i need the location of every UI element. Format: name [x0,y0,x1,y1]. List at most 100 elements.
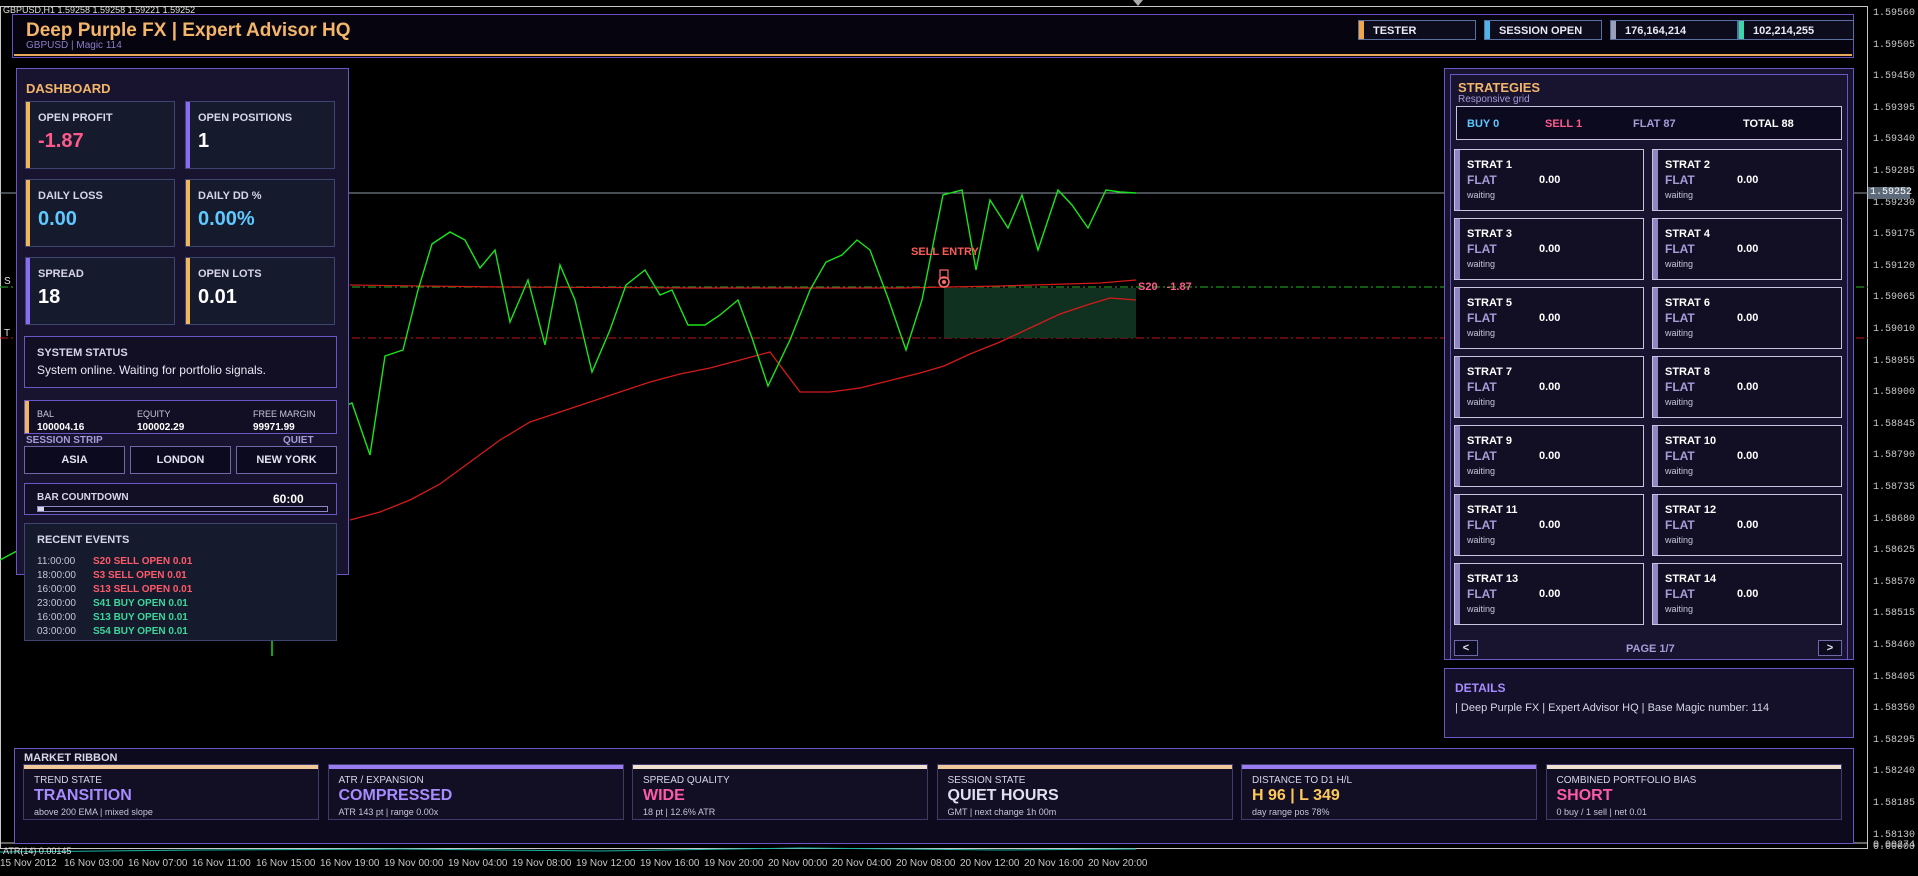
strategy-value: 0.00 [1737,381,1759,393]
strategy-value: 0.00 [1539,312,1561,324]
recent-events-box: RECENT EVENTS 11:00:00 S20 SELL OPEN 0.01… [24,523,337,641]
strategy-state: FLAT [1467,173,1497,187]
strategy-status: waiting [1467,190,1496,200]
strategy-state: FLAT [1665,242,1695,256]
price-tick-label: 1.59120 [1873,260,1916,272]
strategy-card[interactable]: STRAT 2 FLAT 0.00 waiting [1652,149,1842,211]
strategy-card[interactable]: STRAT 14 FLAT 0.00 waiting [1652,563,1842,625]
strategy-status: waiting [1665,328,1694,338]
session-button[interactable]: ASIA [24,446,125,474]
strategy-card[interactable]: STRAT 6 FLAT 0.00 waiting [1652,287,1842,349]
strategy-status: waiting [1665,535,1694,545]
strategy-card-accent [1653,495,1658,555]
strategy-card[interactable]: STRAT 12 FLAT 0.00 waiting [1652,494,1842,556]
strategy-card[interactable]: STRAT 9 FLAT 0.00 waiting [1454,425,1644,487]
event-text: S3 SELL OPEN 0.01 [93,570,187,581]
header-chip: 176,164,214 [1610,20,1738,40]
price-tick-label: 1.59560 [1873,8,1916,19]
price-tick-label: 1.58515 [1873,608,1916,620]
price-tick-label: 1.58570 [1873,576,1916,588]
strategies-summary: BUY 0 SELL 1 FLAT 87 TOTAL 88 [1456,106,1842,140]
strategy-card-accent [1455,219,1460,279]
price-tick-label: 1.58295 [1873,734,1916,746]
sell-entry-label: SELL ENTRY [911,246,979,258]
strategy-card[interactable]: STRAT 10 FLAT 0.00 waiting [1652,425,1842,487]
ribbon-card-sub: 18 pt | 12.6% ATR [643,807,716,817]
ribbon-card-sub: above 200 EMA | mixed slope [34,807,153,817]
system-status-box: SYSTEM STATUS System online. Waiting for… [24,336,337,388]
metric-card: DAILY LOSS 0.00 [25,179,175,247]
event-text: S13 BUY OPEN 0.01 [93,612,188,623]
strategy-card[interactable]: STRAT 8 FLAT 0.00 waiting [1652,356,1842,418]
summary-flat: FLAT 87 [1633,118,1676,130]
session-button[interactable]: NEW YORK [236,446,337,474]
strategy-card[interactable]: STRAT 11 FLAT 0.00 waiting [1454,494,1644,556]
strategy-card[interactable]: STRAT 3 FLAT 0.00 waiting [1454,218,1644,280]
strategy-card-accent [1455,150,1460,210]
sell-entry-marker[interactable] [938,269,950,288]
time-tick-label: 20 Nov 04:00 [832,858,892,869]
strategy-state: FLAT [1467,242,1497,256]
time-tick-label: 16 Nov 19:00 [320,858,380,869]
price-tick-label: 1.59010 [1873,324,1916,335]
price-tick-label: 1.58405 [1873,671,1916,683]
free-margin-value: 99971.99 [253,422,295,433]
current-price-value: 1.59252 [1870,187,1913,198]
price-tick-label: 1.58130 [1873,829,1916,841]
next-page-button[interactable]: > [1818,640,1842,656]
strategy-card[interactable]: STRAT 5 FLAT 0.00 waiting [1454,287,1644,349]
strategy-state: FLAT [1665,449,1695,463]
time-tick-label: 19 Nov 16:00 [640,858,700,869]
session-button[interactable]: LONDON [130,446,231,474]
market-ribbon-title: MARKET RIBBON [24,752,118,764]
current-price-tag: 1.59252 [1868,187,1913,199]
strategy-name: STRAT 12 [1665,504,1717,516]
account-box: BAL 100004.16 EQUITY 100002.29 FREE MARG… [24,400,337,434]
chart-scroll-marker[interactable] [1133,0,1143,6]
strategy-card-accent [1653,288,1658,348]
strategy-name: STRAT 14 [1665,573,1717,585]
event-time: 11:00:00 [37,556,76,567]
ribbon-card: COMBINED PORTFOLIO BIAS SHORT 0 buy / 1 se… [1545,764,1842,820]
strategy-card-accent [1455,288,1460,348]
ribbon-card-sub: ATR 143 pt | range 0.00x [338,807,439,817]
strategy-status: waiting [1665,604,1694,614]
strategy-card[interactable]: STRAT 7 FLAT 0.00 waiting [1454,356,1644,418]
strategy-state: FLAT [1467,380,1497,394]
strategy-name: STRAT 9 [1467,435,1513,447]
strategy-card-accent [1653,150,1658,210]
bar-countdown-track [37,506,328,512]
metric-card-value: 18 [38,286,61,308]
metric-card-label: DAILY LOSS [38,190,103,202]
ribbon-card-value: QUIET HOURS [947,787,1059,804]
bar-countdown-fill [38,507,44,511]
price-tick-label: 1.58680 [1873,513,1916,525]
strategy-state: FLAT [1665,380,1695,394]
balance-label: BAL [37,409,55,419]
strategy-card[interactable]: STRAT 13 FLAT 0.00 waiting [1454,563,1644,625]
chip-label: 176,164,214 [1625,25,1687,37]
metric-card-value: 0.01 [198,286,237,308]
event-time: 16:00:00 [37,584,76,595]
equity-value: 100002.29 [137,422,185,433]
price-tick-label: 1.58460 [1873,640,1916,651]
account-accent [25,401,29,433]
strategy-card[interactable]: STRAT 4 FLAT 0.00 waiting [1652,218,1842,280]
ribbon-card-label: TREND STATE [34,775,102,786]
event-text: S54 BUY OPEN 0.01 [93,626,188,637]
strategy-value: 0.00 [1539,243,1561,255]
metric-card-accent [186,102,190,168]
metric-card-accent [26,258,30,324]
price-tick-label: 1.59175 [1873,229,1916,241]
summary-sell: SELL 1 [1545,118,1583,130]
ribbon-card: SPREAD QUALITY WIDE 18 pt | 12.6% ATR [632,764,928,820]
strategy-value: 0.00 [1539,450,1561,462]
prev-page-button[interactable]: < [1454,640,1478,656]
time-tick-label: 19 Nov 00:00 [384,858,444,869]
ribbon-card-sub: 0 buy / 1 sell | net 0.01 [1556,807,1647,817]
time-tick-label: 20 Nov 20:00 [1088,858,1148,869]
metric-card-accent [26,180,30,246]
ribbon-card-value: COMPRESSED [338,787,453,804]
strategy-card[interactable]: STRAT 1 FLAT 0.00 waiting [1454,149,1644,211]
time-tick-label: 20 Nov 12:00 [960,858,1020,869]
